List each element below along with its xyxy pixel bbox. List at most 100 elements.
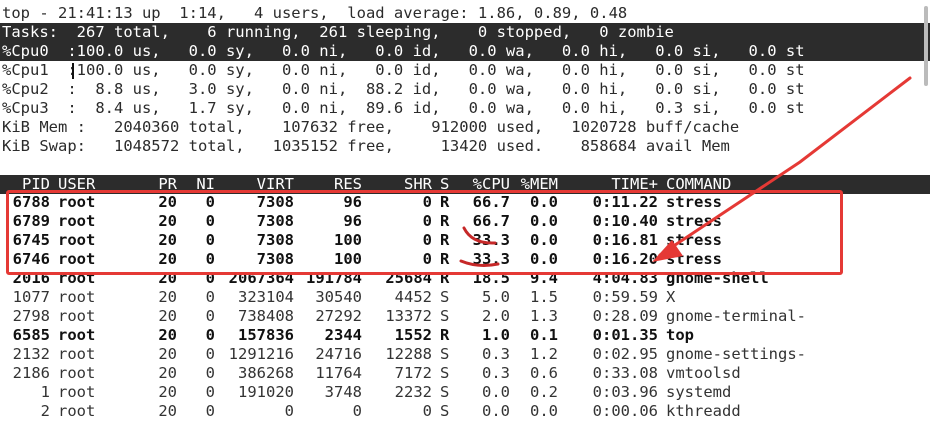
virt-cell: 1291216 [228,345,294,363]
res-cell: 27292 [315,307,362,325]
cpu-cell: 66.7 [472,193,510,211]
process-row[interactable]: 2132 root 20 0 1291216 24716 12288 S 0.3 1.2 0:02.… [0,345,930,364]
process-row[interactable]: 6585 root 20 0 157836 2344 1552 R 1.0 0.1 0:01.35 t… [0,326,930,345]
ni-cell: 0 [205,364,215,382]
user-cell: root [58,326,96,344]
pr-cell: 20 [158,383,177,401]
col-pid[interactable]: PID [22,175,50,194]
user-cell: root [58,193,96,211]
mem-cell: 0.0 [530,402,558,420]
state-cell: S [440,345,450,363]
cpu-cell: 0.3 [482,364,510,382]
res-cell: 100 [334,250,362,268]
pr-cell: 20 [158,364,177,382]
cpu2-line: %Cpu2 : 8.8 us, 3.0 sy, 0.0 ni, 88.2 id,… [2,80,805,98]
col-s[interactable]: S [440,175,449,194]
virt-cell: 0 [284,402,294,420]
col-ni[interactable]: NI [196,175,215,194]
shr-cell: 0 [422,193,432,211]
cpu-cell: 18.5 [472,269,510,287]
mem-cell: 1.3 [530,307,558,325]
shr-cell: 2232 [394,383,432,401]
shr-cell: 7172 [394,364,432,382]
pid-cell: 6746 [12,250,50,268]
time-cell: 0:16.81 [592,231,658,249]
pr-cell: 20 [158,326,177,344]
ni-cell: 0 [205,326,215,344]
ni-cell: 0 [205,269,215,287]
process-row[interactable]: 6788 root 20 0 7308 96 0 R 66.7 0.0 0:11.22 stress [0,193,930,212]
state-cell: R [440,250,450,268]
cpu-cell: 5.0 [482,288,510,306]
res-cell: 96 [343,212,362,230]
col-res[interactable]: RES [334,175,362,194]
col-mem[interactable]: %MEM [521,175,558,194]
virt-cell: 323104 [238,288,294,306]
process-row[interactable]: 1077 root 20 0 323104 30540 4452 S 5.0 1.5 0:59.59… [0,288,930,307]
cpu-cell: 66.7 [472,212,510,230]
process-row[interactable]: 6746 root 20 0 7308 100 0 R 33.3 0.0 0:16.20 stress [0,250,930,269]
cpu1-line: %Cpu1 :100.0 us, 0.0 sy, 0.0 ni, 0.0 id,… [2,61,805,79]
shr-cell: 12288 [385,345,432,363]
shr-cell: 0 [422,212,432,230]
mem-cell: 1.5 [530,288,558,306]
process-row[interactable]: 6789 root 20 0 7308 96 0 R 66.7 0.0 0:10.40 stress [0,212,930,231]
scrollbar-thumb[interactable] [924,6,928,86]
state-cell: S [440,402,450,420]
pr-cell: 20 [158,402,177,420]
cpu-cell: 33.3 [472,231,510,249]
mem-cell: 9.4 [530,269,558,287]
col-pr[interactable]: PR [158,175,177,194]
virt-cell: 7308 [256,212,294,230]
user-cell: root [58,231,96,249]
process-row[interactable]: 2016 root 20 0 2067364 191784 25684 R 18.5 9.4 4:0… [0,269,930,288]
process-row[interactable]: 2 root 20 0 0 0 0 S 0.0 0.0 0:00.06 kthreadd [0,402,930,421]
command-cell: vmtoolsd [666,364,741,382]
process-row[interactable]: 1 root 20 0 191020 3748 2232 S 0.0 0.2 0:03.96 syst… [0,383,930,402]
command-cell: systemd [666,383,732,401]
state-cell: R [440,326,450,344]
res-cell: 96 [343,193,362,211]
time-cell: 0:01.35 [592,326,658,344]
command-cell: stress [666,250,722,268]
mem-cell: 0.0 [530,193,558,211]
user-cell: root [58,288,96,306]
col-virt[interactable]: VIRT [257,175,294,194]
process-row[interactable]: 6745 root 20 0 7308 100 0 R 33.3 0.0 0:16.81 stress [0,231,930,250]
res-cell: 24716 [315,345,362,363]
shr-cell: 13372 [385,307,432,325]
time-cell: 0:10.40 [592,212,658,230]
res-cell: 100 [334,231,362,249]
cpu3-line: %Cpu3 : 8.4 us, 1.7 sy, 0.0 ni, 89.6 id,… [2,99,805,117]
user-cell: root [58,212,96,230]
col-cpu[interactable]: %CPU [473,175,510,194]
mem-cell: 0.0 [530,250,558,268]
ni-cell: 0 [205,345,215,363]
mem-line: KiB Mem : 2040360 total, 107632 free, 91… [2,118,740,136]
virt-cell: 386268 [238,364,294,382]
mem-cell: 0.1 [530,326,558,344]
col-user[interactable]: USER [58,175,95,194]
user-cell: root [58,307,96,325]
time-cell: 0:28.09 [592,307,658,325]
command-cell: stress [666,212,722,230]
ni-cell: 0 [205,231,215,249]
user-cell: root [58,269,96,287]
col-time[interactable]: TIME+ [611,175,658,194]
state-cell: S [440,288,450,306]
col-command[interactable]: COMMAND [666,175,731,194]
res-cell: 191784 [306,269,362,287]
process-row[interactable]: 2798 root 20 0 738408 27292 13372 S 2.0 1.3 0:28.0… [0,307,930,326]
uptime-line: top - 21:41:13 up 1:14, 4 users, load av… [2,4,628,22]
state-cell: R [440,269,450,287]
virt-cell: 191020 [238,383,294,401]
pr-cell: 20 [158,250,177,268]
pid-cell: 1077 [12,288,50,306]
command-cell: stress [666,193,722,211]
user-cell: root [58,345,96,363]
pid-cell: 6745 [12,231,50,249]
process-row[interactable]: 2186 root 20 0 386268 11764 7172 S 0.3 0.6 0:33.08… [0,364,930,383]
col-shr[interactable]: SHR [404,175,432,194]
shr-cell: 0 [422,231,432,249]
command-cell: top [666,326,694,344]
